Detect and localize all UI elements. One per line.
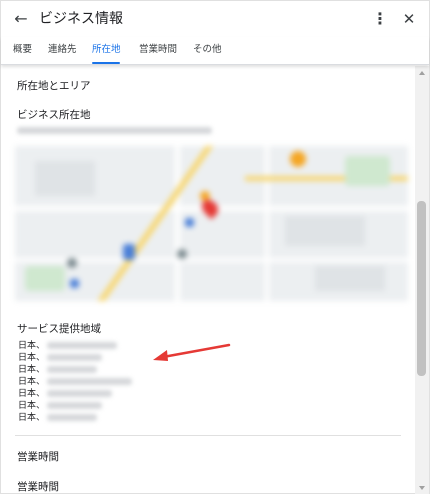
close-icon[interactable]: ✕ bbox=[399, 9, 419, 29]
tab-contact[interactable]: 連絡先 bbox=[48, 43, 77, 57]
tab-hours[interactable]: 営業時間 bbox=[139, 43, 177, 57]
scroll-up-icon[interactable] bbox=[419, 71, 425, 75]
service-area-heading: サービス提供地域 bbox=[17, 323, 101, 335]
business-info-panel: ← ビジネス情報 ⋮ ✕ 概要 連絡先 所在地 営業時間 その他 所在地とエリア… bbox=[0, 0, 430, 494]
section-divider bbox=[15, 435, 401, 436]
hours-heading: 営業時間 bbox=[17, 451, 59, 463]
hours-label: 営業時間 bbox=[17, 481, 59, 493]
active-tab-indicator bbox=[92, 62, 120, 64]
service-area-item: 日本、 bbox=[18, 388, 113, 400]
service-area-item: 日本、 bbox=[18, 376, 133, 388]
service-area-item: 日本、 bbox=[18, 352, 103, 364]
scroll-down-icon[interactable] bbox=[419, 486, 425, 490]
service-area-item: 日本、 bbox=[18, 412, 98, 424]
business-address-label: ビジネス所在地 bbox=[17, 109, 91, 121]
tab-bar: 概要 連絡先 所在地 営業時間 その他 bbox=[1, 37, 429, 65]
business-address-value-redacted bbox=[17, 127, 212, 134]
content-scroll-area[interactable]: 所在地とエリア ビジネス所在地 サービス提供地域 日本、 日本、 日本、 日本、… bbox=[1, 66, 415, 494]
service-area-item: 日本、 bbox=[18, 340, 118, 352]
annotation-arrow-icon bbox=[153, 343, 231, 361]
tab-location[interactable]: 所在地 bbox=[92, 43, 121, 57]
arrow-left-icon[interactable]: ← bbox=[11, 9, 31, 29]
service-area-item: 日本、 bbox=[18, 400, 103, 412]
location-map[interactable] bbox=[15, 146, 408, 301]
more-vert-icon[interactable]: ⋮ bbox=[371, 9, 389, 29]
tab-overview[interactable]: 概要 bbox=[13, 43, 32, 57]
panel-title: ビジネス情報 bbox=[39, 11, 123, 27]
service-area-item: 日本、 bbox=[18, 364, 98, 376]
location-area-heading: 所在地とエリア bbox=[17, 80, 91, 92]
scrollbar-thumb[interactable] bbox=[417, 201, 426, 376]
panel-header: ← ビジネス情報 ⋮ ✕ bbox=[1, 1, 429, 37]
tab-more[interactable]: その他 bbox=[193, 43, 222, 57]
